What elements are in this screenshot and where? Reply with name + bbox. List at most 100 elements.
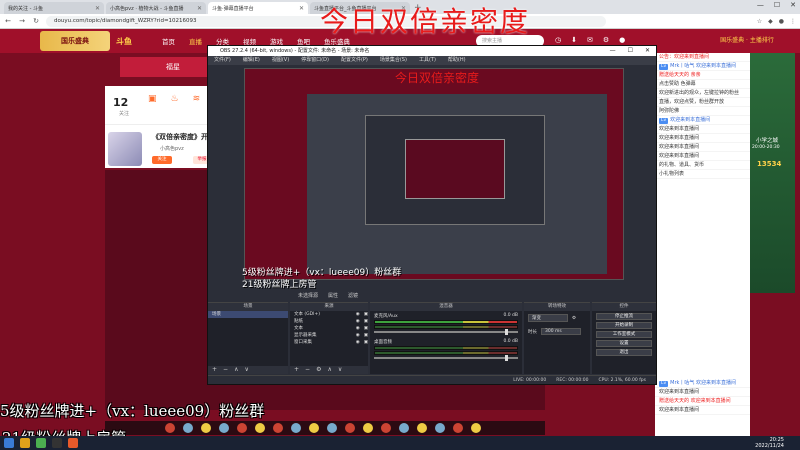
sound-wave-icon[interactable]: ≋	[193, 94, 201, 104]
ad-top-banner[interactable]: 国乐盛典 · 主播排行	[697, 30, 797, 52]
gift-item-icon[interactable]	[309, 423, 319, 433]
menu-tools[interactable]: 工具(T)	[419, 56, 436, 65]
settings-button[interactable]: 设置	[596, 340, 652, 347]
eye-icon[interactable]: ◉	[356, 318, 360, 325]
minimize-button[interactable]: —	[757, 1, 764, 9]
gift-item-icon[interactable]	[399, 423, 409, 433]
browser-icon[interactable]	[36, 438, 46, 448]
down-icon[interactable]: ∨	[244, 366, 248, 374]
remove-icon[interactable]: −	[305, 366, 310, 374]
volume-slider[interactable]	[374, 329, 518, 335]
start-recording-button[interactable]: 开始录制	[596, 322, 652, 329]
site-logo[interactable]: 斗鱼	[116, 36, 132, 47]
obs-icon[interactable]	[52, 438, 62, 448]
menu-docks[interactable]: 停靠窗口(D)	[301, 56, 329, 65]
gift-item-icon[interactable]	[381, 423, 391, 433]
menu-profile[interactable]: 配置文件(P)	[341, 56, 368, 65]
gift-item-icon[interactable]	[219, 423, 229, 433]
gift-item-icon[interactable]	[237, 423, 247, 433]
source-item[interactable]: 文本 (GDI+) ◉ ▣	[290, 311, 368, 318]
gift-item-icon[interactable]	[363, 423, 373, 433]
menu-edit[interactable]: 编辑(E)	[243, 56, 260, 65]
browser-tab[interactable]: 小高色pvz · 植物大战 - 斗鱼直播 ✕	[106, 2, 206, 14]
nav-item-home[interactable]: 首页	[162, 36, 175, 46]
lock-icon[interactable]: ▣	[364, 311, 368, 318]
gift-item-icon[interactable]	[417, 423, 427, 433]
transition-select[interactable]: 渐变	[528, 314, 568, 322]
lock-icon[interactable]: ▣	[364, 332, 368, 339]
history-icon[interactable]: ◷	[555, 36, 561, 44]
clock[interactable]: 20:25 2022/11/24	[755, 437, 784, 449]
slider-handle[interactable]	[505, 329, 508, 335]
right-ad[interactable]	[750, 53, 795, 293]
add-icon[interactable]: +	[212, 366, 217, 374]
studio-mode-button[interactable]: 工作室模式	[596, 331, 652, 338]
stop-streaming-button[interactable]: 停止推流	[596, 313, 652, 320]
download-icon[interactable]: ⬇	[571, 36, 577, 44]
gift-item-icon[interactable]	[255, 423, 265, 433]
source-item[interactable]: 窗口采集 ◉ ▣	[290, 339, 368, 346]
star-icon[interactable]: ☆	[757, 18, 762, 25]
gift-item-icon[interactable]	[291, 423, 301, 433]
source-item[interactable]: 显示器采集 ◉ ▣	[290, 332, 368, 339]
lock-icon[interactable]: ▣	[364, 339, 368, 346]
down-icon[interactable]: ∨	[338, 366, 342, 374]
source-item[interactable]: 贴纸 ◉ ▣	[290, 318, 368, 325]
message-icon[interactable]: ✉	[587, 36, 593, 44]
gift-item-icon[interactable]	[165, 423, 175, 433]
minimize-button[interactable]: —	[610, 46, 616, 56]
remove-icon[interactable]: −	[223, 366, 228, 374]
close-button[interactable]: ✕	[790, 1, 796, 9]
maximize-button[interactable]: ☐	[628, 46, 633, 56]
volume-slider[interactable]	[374, 355, 518, 361]
up-icon[interactable]: ∧	[327, 366, 331, 374]
exit-button[interactable]: 退出	[596, 349, 652, 356]
properties-button[interactable]: 属性	[328, 291, 338, 301]
forward-icon[interactable]: →	[18, 17, 26, 25]
menu-scene-collection[interactable]: 场景集合(S)	[380, 56, 407, 65]
source-item[interactable]: 文本 ◉ ▣	[290, 325, 368, 332]
gift-item-icon[interactable]	[273, 423, 283, 433]
gift-icon[interactable]: ▣	[148, 94, 157, 104]
close-icon[interactable]: ✕	[197, 5, 202, 12]
app-icon[interactable]	[68, 438, 78, 448]
gift-item-icon[interactable]	[201, 423, 211, 433]
maximize-button[interactable]: ☐	[774, 1, 780, 9]
up-icon[interactable]: ∧	[234, 366, 238, 374]
avatar-icon[interactable]: ●	[619, 36, 625, 44]
anchor-name[interactable]: 小高色pvz	[160, 145, 184, 152]
anchor-avatar[interactable]	[108, 132, 142, 166]
settings-icon[interactable]: ⚙	[603, 36, 609, 44]
lock-icon[interactable]: ▣	[364, 318, 368, 325]
browser-tab-active[interactable]: 斗鱼·弹幕直播平台 ✕	[208, 2, 308, 14]
duration-input[interactable]: 300 ms	[541, 328, 581, 335]
slider-handle[interactable]	[505, 355, 508, 361]
add-icon[interactable]: +	[294, 366, 299, 374]
obs-preview[interactable]	[244, 68, 624, 280]
menu-help[interactable]: 帮助(H)	[448, 56, 466, 65]
extension-icon[interactable]: ◆	[768, 18, 773, 25]
nav-item-live[interactable]: 直播	[189, 36, 202, 46]
gift-item-icon[interactable]	[435, 423, 445, 433]
start-icon[interactable]	[4, 438, 14, 448]
gift-item-icon[interactable]	[327, 423, 337, 433]
close-button[interactable]: ✕	[645, 46, 650, 56]
gift-item-icon[interactable]	[183, 423, 193, 433]
menu-file[interactable]: 文件(F)	[214, 56, 231, 65]
folder-icon[interactable]	[20, 438, 30, 448]
filters-button[interactable]: 滤镜	[348, 291, 358, 301]
menu-view[interactable]: 视图(V)	[272, 56, 289, 65]
gear-icon[interactable]: ⚙	[316, 366, 321, 374]
gear-icon[interactable]: ⚙	[572, 316, 576, 321]
fire-icon[interactable]: ♨	[171, 94, 179, 104]
close-icon[interactable]: ✕	[95, 5, 100, 12]
eye-icon[interactable]: ◉	[356, 332, 360, 339]
browser-tab[interactable]: 我的关注 - 斗鱼 ✕	[4, 2, 104, 14]
eye-icon[interactable]: ◉	[356, 325, 360, 332]
close-icon[interactable]: ✕	[299, 5, 304, 12]
follow-button[interactable]: 关注	[152, 156, 172, 164]
event-banner[interactable]: 国乐盛典	[40, 31, 110, 51]
gift-item-icon[interactable]	[453, 423, 463, 433]
reload-icon[interactable]: ↻	[32, 17, 40, 25]
back-icon[interactable]: ←	[4, 17, 12, 25]
